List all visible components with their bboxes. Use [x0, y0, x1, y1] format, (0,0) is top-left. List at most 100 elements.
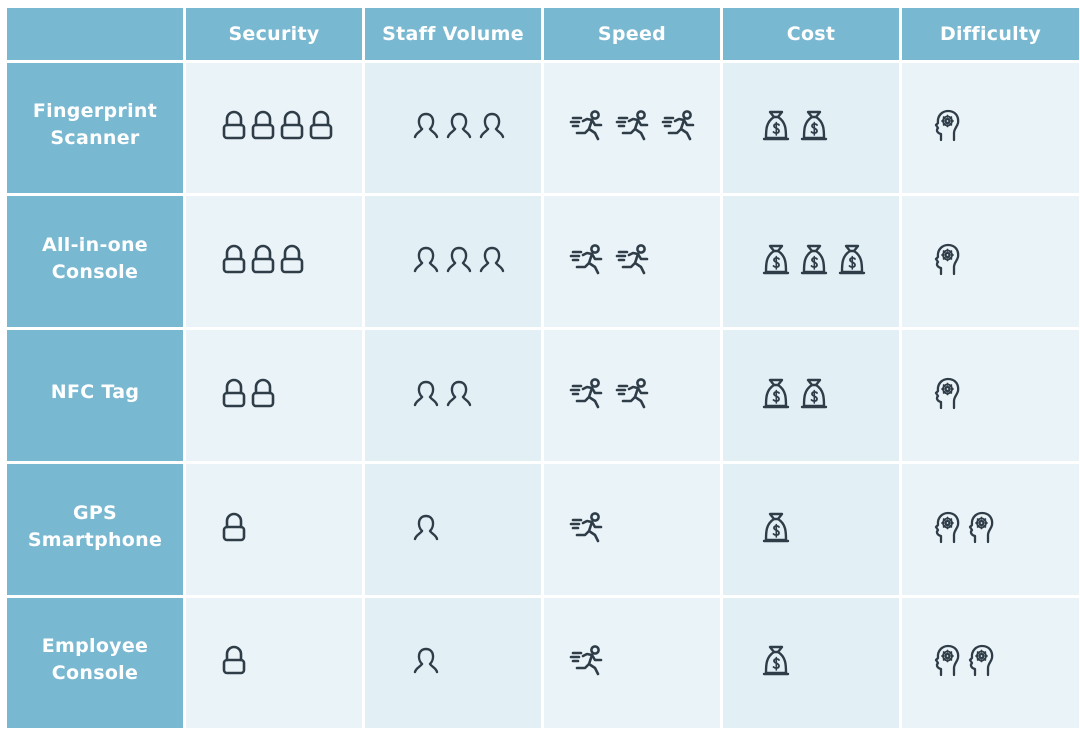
running-person-icon [614, 376, 654, 410]
row-label-line: Employee [41, 635, 149, 657]
rating-cell-difficulty [902, 63, 1079, 193]
rating-icons [411, 510, 442, 544]
person-icon [477, 242, 507, 276]
rating-cell-cost [723, 330, 899, 461]
row-label: All-in-one Console [7, 196, 183, 327]
head-gear-icon [966, 510, 996, 544]
rating-cell-difficulty [902, 598, 1079, 728]
rating-icons [220, 643, 247, 677]
money-bag-icon [759, 643, 793, 677]
rating-cell-security [186, 196, 362, 327]
rating-cell-staff [365, 598, 541, 728]
rating-icons [932, 242, 964, 276]
row-label-line: NFC Tag [50, 381, 140, 403]
row-label-line: Fingerprint [32, 100, 158, 122]
money-bag-icon [759, 510, 793, 544]
lock-icon [249, 242, 277, 276]
lock-icon [220, 108, 248, 142]
row-label-line: GPS [72, 501, 118, 524]
rating-icons [220, 108, 334, 142]
rating-icons [411, 376, 475, 410]
running-person-icon [568, 643, 608, 677]
rating-cell-security [186, 63, 362, 193]
money-bag-icon [835, 242, 869, 276]
money-bag-icon [797, 242, 831, 276]
lock-icon [220, 376, 248, 410]
rating-cell-difficulty [902, 330, 1079, 461]
row-label: NFC Tag [7, 330, 183, 461]
rating-icons [759, 510, 795, 544]
person-icon [411, 510, 441, 544]
running-person-icon [660, 108, 700, 142]
lock-icon [220, 242, 248, 276]
person-icon [411, 242, 441, 276]
row-label: GPS Smartphone [7, 464, 183, 595]
money-bag-icon [759, 108, 793, 142]
lock-icon [278, 242, 306, 276]
rating-cell-cost [723, 63, 899, 193]
rating-icons [568, 376, 658, 410]
rating-icons [220, 242, 305, 276]
lock-icon [220, 643, 248, 677]
rating-icons [932, 643, 998, 677]
head-gear-icon [932, 510, 962, 544]
rating-icons [932, 108, 964, 142]
rating-cell-security [186, 330, 362, 461]
rating-cell-speed [544, 598, 720, 728]
person-icon [411, 108, 441, 142]
rating-icons [932, 510, 998, 544]
rating-cell-staff [365, 464, 541, 595]
head-gear-icon [966, 643, 996, 677]
running-person-icon [568, 108, 608, 142]
lock-icon [249, 108, 277, 142]
person-icon [411, 643, 441, 677]
rating-cell-cost [723, 598, 899, 728]
rating-icons [932, 376, 964, 410]
row-label-line: Smartphone [27, 528, 163, 551]
rating-cell-staff [365, 63, 541, 193]
rating-cell-speed [544, 464, 720, 595]
rating-cell-cost [723, 196, 899, 327]
head-gear-icon [932, 376, 962, 410]
rating-cell-security [186, 598, 362, 728]
running-person-icon [568, 242, 608, 276]
row-label-line: Console [51, 260, 139, 283]
head-gear-icon [932, 242, 962, 276]
rating-cell-speed [544, 330, 720, 461]
money-bag-icon [759, 376, 793, 410]
column-header-staff-volume: Staff Volume [365, 8, 541, 60]
head-gear-icon [932, 643, 962, 677]
column-header-cost: Cost [723, 8, 899, 60]
running-person-icon [568, 510, 608, 544]
rating-cell-difficulty [902, 464, 1079, 595]
person-icon [444, 376, 474, 410]
running-person-icon [614, 242, 654, 276]
rating-icons [220, 510, 247, 544]
column-header-speed: Speed [544, 8, 720, 60]
rating-icons [220, 376, 276, 410]
rating-icons [568, 643, 612, 677]
money-bag-icon [797, 376, 831, 410]
rating-icons [568, 242, 658, 276]
rating-cell-cost [723, 464, 899, 595]
row-label-line: All-in-one [41, 233, 148, 256]
column-header-difficulty: Difficulty [902, 8, 1079, 60]
column-header-security: Security [186, 8, 362, 60]
rating-icons [759, 108, 833, 142]
row-label-line: Console [51, 662, 139, 684]
rating-cell-staff [365, 330, 541, 461]
rating-cell-speed [544, 63, 720, 193]
rating-icons [411, 242, 508, 276]
head-gear-icon [932, 108, 962, 142]
rating-icons [411, 108, 508, 142]
person-icon [477, 108, 507, 142]
lock-icon [307, 108, 335, 142]
person-icon [444, 242, 474, 276]
row-label-line: Scanner [50, 127, 140, 149]
running-person-icon [568, 376, 608, 410]
lock-icon [220, 510, 248, 544]
corner-header [7, 8, 183, 60]
rating-icons [568, 510, 612, 544]
running-person-icon [614, 108, 654, 142]
rating-icons [759, 643, 795, 677]
